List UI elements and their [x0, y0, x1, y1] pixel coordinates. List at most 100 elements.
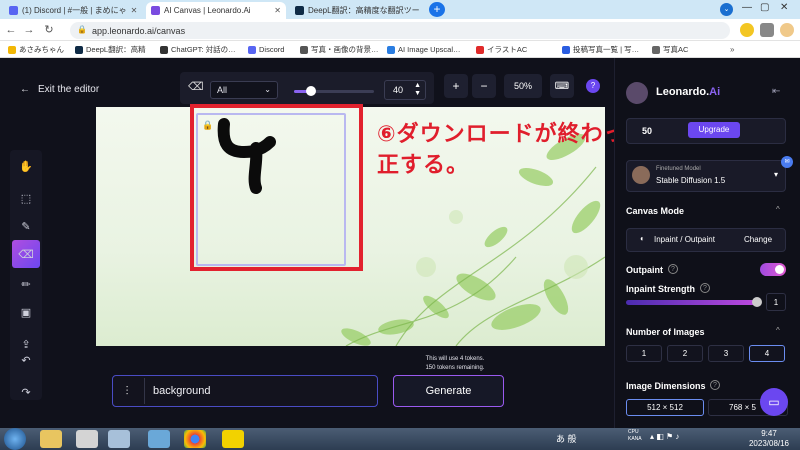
- outpaint-label: Outpaint: [626, 265, 663, 275]
- chrome-icon[interactable]: [184, 430, 206, 448]
- paint-icon[interactable]: [76, 430, 98, 448]
- inpaint-strength-slider[interactable]: [626, 300, 760, 305]
- bookmark-item[interactable]: ChatGPT: 対話の…: [160, 41, 236, 58]
- chevron-down-icon[interactable]: ▾: [774, 170, 778, 179]
- collapse-panel-icon[interactable]: ⇤: [772, 86, 780, 97]
- minimize-icon[interactable]: —: [742, 2, 752, 13]
- controller-icon[interactable]: ⌨: [550, 74, 574, 98]
- brand-name: Leonardo.Ai: [656, 86, 721, 98]
- image-icon[interactable]: ▣: [12, 298, 40, 326]
- avatar[interactable]: [626, 82, 648, 104]
- tab-discord[interactable]: (1) Discord | #一般 | まめにゃ ✕: [4, 2, 142, 19]
- close-window-icon[interactable]: ✕: [780, 2, 788, 13]
- sliders-icon[interactable]: ⫶: [114, 378, 140, 404]
- arrow-left-icon: ←: [20, 84, 30, 95]
- bookmark-item[interactable]: 写真・画像の背景…: [300, 41, 379, 58]
- illust-ac-icon: [476, 45, 484, 54]
- num-images-3[interactable]: 3: [708, 345, 744, 362]
- tab-deepl[interactable]: DeepL翻訳：高精度な翻訳ツー✕: [290, 2, 424, 19]
- reload-icon[interactable]: ↻: [42, 22, 56, 39]
- close-icon[interactable]: ✕: [420, 6, 425, 15]
- brush-size-handle[interactable]: [306, 86, 316, 96]
- url-field[interactable]: 🔒 app.leonardo.ai/canvas: [70, 22, 730, 39]
- photos-icon[interactable]: [108, 430, 130, 448]
- chevron-up-icon[interactable]: ^: [776, 326, 780, 335]
- chat-support-button[interactable]: ▭: [760, 388, 788, 416]
- info-icon[interactable]: ?: [668, 264, 678, 274]
- generate-button[interactable]: Generate: [393, 375, 504, 407]
- profile-avatar[interactable]: [780, 23, 794, 37]
- bookmark-item[interactable]: あさみちゃん: [8, 41, 64, 58]
- ime-indicator[interactable]: あ 般: [556, 432, 577, 445]
- brush-size-input[interactable]: 40 ▲ ▼: [384, 80, 426, 100]
- notepad-icon[interactable]: [148, 430, 170, 448]
- bookmark-item[interactable]: Discord: [248, 41, 284, 58]
- discord-icon: [248, 45, 256, 54]
- num-images-label: Number of Images: [626, 327, 705, 337]
- extension-icon[interactable]: [740, 23, 754, 37]
- deepl-icon: [295, 6, 304, 15]
- bookmark-item[interactable]: AI Image Upscal…: [387, 41, 461, 58]
- dimension-512[interactable]: 512 × 512: [626, 399, 704, 416]
- start-button[interactable]: [4, 428, 26, 450]
- info-icon[interactable]: ?: [710, 380, 720, 390]
- pencil-icon[interactable]: ✏: [12, 270, 40, 298]
- exit-editor-button[interactable]: ← Exit the editor: [20, 84, 99, 95]
- chat-icon[interactable]: ✉: [781, 156, 793, 168]
- tab-search-icon[interactable]: ⌄: [720, 3, 733, 16]
- back-icon[interactable]: ←: [4, 22, 18, 39]
- mode-value: Inpaint / Outpaint: [654, 235, 715, 244]
- tray-icons[interactable]: ▴ ◧ ⚑ ♪: [650, 432, 679, 441]
- num-images-2[interactable]: 2: [667, 345, 703, 362]
- close-icon[interactable]: ✕: [270, 6, 281, 15]
- strength-value[interactable]: 1: [766, 293, 786, 311]
- highlight-box: [190, 104, 363, 271]
- forward-icon[interactable]: →: [22, 22, 36, 39]
- toggle-knob: [775, 265, 784, 274]
- zoom-in-button[interactable]: +: [444, 74, 468, 98]
- mask-brush-icon[interactable]: ✎: [12, 212, 40, 240]
- bookmarks-more-icon[interactable]: »: [730, 41, 734, 58]
- hand-icon[interactable]: ✋: [12, 152, 40, 180]
- discord-icon: [9, 6, 18, 15]
- new-tab-button[interactable]: +: [429, 2, 445, 17]
- select-icon[interactable]: ⬚: [12, 184, 40, 212]
- close-icon[interactable]: ✕: [127, 6, 138, 15]
- leonardo-icon: [151, 6, 160, 15]
- zoom-out-button[interactable]: −: [472, 74, 496, 98]
- deepl-icon: [75, 45, 83, 54]
- bookmark-item[interactable]: DeepL翻訳：高精: [75, 41, 146, 58]
- tab-ai-canvas[interactable]: AI Canvas | Leonardo.Ai ✕: [146, 2, 286, 19]
- token-info: This will use 4 tokens. 150 tokens remai…: [425, 356, 485, 371]
- chevron-down-icon: ⌄: [264, 85, 271, 94]
- clock[interactable]: 9:47 2023/08/16: [744, 429, 794, 449]
- puzzle-icon[interactable]: [760, 23, 774, 37]
- upgrade-button[interactable]: Upgrade: [688, 122, 740, 138]
- prompt-input[interactable]: background: [144, 378, 374, 404]
- bookmark-item[interactable]: イラストAC: [476, 41, 527, 58]
- model-name: Stable Diffusion 1.5: [656, 176, 726, 185]
- maximize-icon[interactable]: ▢: [760, 2, 769, 13]
- undo-icon[interactable]: ↶: [12, 346, 40, 374]
- bookmark-item[interactable]: 写真AC: [652, 41, 688, 58]
- num-images-4[interactable]: 4: [749, 345, 785, 362]
- photo-ac-icon: [562, 45, 570, 54]
- mask-select[interactable]: All ⌄: [210, 81, 278, 99]
- bookmark-item[interactable]: 投稿写真一覧 | 写…: [562, 41, 639, 58]
- model-thumbnail: [632, 166, 650, 184]
- eraser-icon[interactable]: ⌫: [188, 80, 204, 94]
- eraser-tool-icon[interactable]: ⌫: [12, 240, 40, 268]
- outpaint-toggle[interactable]: [760, 263, 786, 276]
- strength-handle[interactable]: [752, 297, 762, 307]
- explorer-icon[interactable]: [40, 430, 62, 448]
- change-mode-button[interactable]: Change: [744, 235, 772, 244]
- zoom-level: 50%: [504, 74, 542, 98]
- todo-icon[interactable]: [222, 430, 244, 448]
- num-images-1[interactable]: 1: [626, 345, 662, 362]
- chevron-up-icon[interactable]: ^: [776, 205, 780, 214]
- redo-icon[interactable]: ↷: [12, 378, 40, 406]
- info-icon[interactable]: ?: [700, 283, 710, 293]
- canvas-mode-label: Canvas Mode: [626, 206, 685, 216]
- help-icon[interactable]: ?: [586, 79, 600, 93]
- stepper-icon[interactable]: ▲ ▼: [414, 82, 421, 98]
